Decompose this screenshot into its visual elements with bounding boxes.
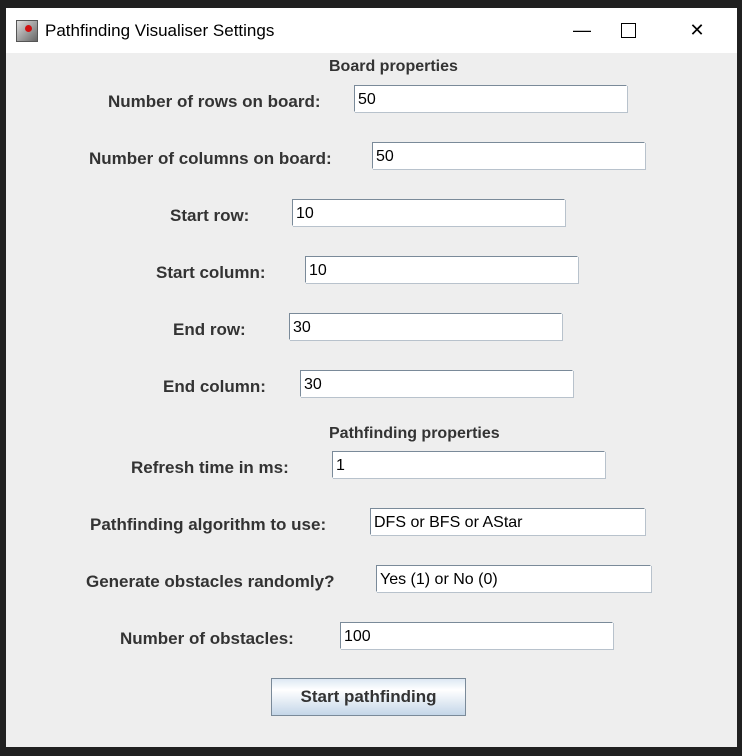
minimize-icon[interactable]: — xyxy=(559,8,605,53)
refresh-time-input[interactable] xyxy=(332,451,605,478)
refresh-time-label: Refresh time in ms: xyxy=(131,458,289,477)
end-row-input[interactable] xyxy=(289,313,562,340)
end-column-input[interactable] xyxy=(300,370,573,397)
columns-input[interactable] xyxy=(372,142,645,169)
rows-label: Number of rows on board: xyxy=(108,92,321,111)
java-app-icon xyxy=(16,20,38,42)
end-row-label: End row: xyxy=(173,320,246,339)
start-pathfinding-button[interactable]: Start pathfinding xyxy=(271,678,466,716)
start-column-input[interactable] xyxy=(305,256,578,283)
columns-label: Number of columns on board: xyxy=(89,149,332,168)
start-row-input[interactable] xyxy=(292,199,565,226)
end-column-label: End column: xyxy=(163,377,266,396)
algorithm-input[interactable] xyxy=(370,508,645,535)
random-obstacles-input[interactable] xyxy=(376,565,651,592)
start-row-label: Start row: xyxy=(170,206,250,225)
random-obstacles-label: Generate obstacles randomly? xyxy=(86,572,335,591)
board-properties-heading: Board properties xyxy=(329,58,458,75)
window-title: Pathfinding Visualiser Settings xyxy=(45,21,275,40)
start-column-label: Start column: xyxy=(156,263,266,282)
maximize-icon[interactable] xyxy=(605,8,651,53)
pathfinding-properties-heading: Pathfinding properties xyxy=(329,425,500,442)
algorithm-label: Pathfinding algorithm to use: xyxy=(90,515,327,534)
obstacles-count-label: Number of obstacles: xyxy=(120,629,294,648)
title-bar: Pathfinding Visualiser Settings — ✕ xyxy=(6,8,737,53)
obstacles-count-input[interactable] xyxy=(340,622,613,649)
close-icon[interactable]: ✕ xyxy=(674,8,720,53)
settings-window: Pathfinding Visualiser Settings — ✕ Boar… xyxy=(6,8,737,747)
rows-input[interactable] xyxy=(354,85,627,112)
